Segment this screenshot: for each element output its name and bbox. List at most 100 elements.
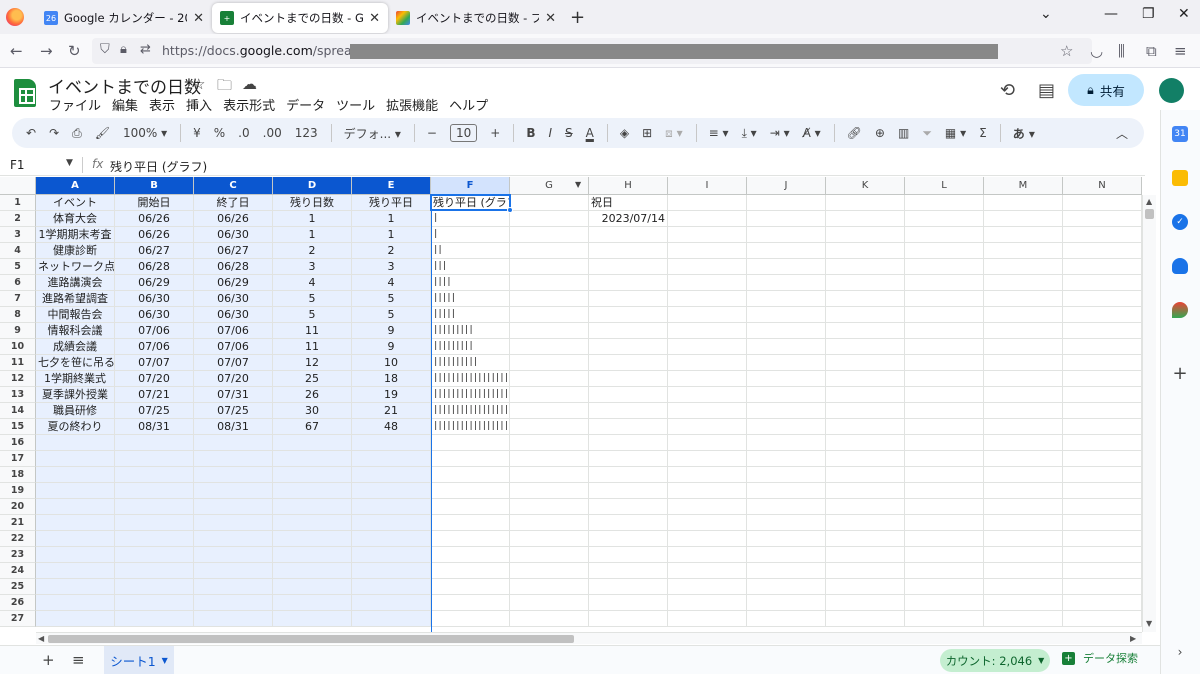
cell[interactable] bbox=[905, 307, 984, 323]
cell[interactable] bbox=[273, 611, 352, 627]
column-header-n[interactable]: N bbox=[1063, 177, 1142, 195]
cell[interactable] bbox=[1063, 243, 1142, 259]
cell[interactable] bbox=[984, 227, 1063, 243]
cell[interactable] bbox=[826, 291, 905, 307]
row-header[interactable]: 5 bbox=[0, 259, 36, 275]
cell[interactable] bbox=[1063, 595, 1142, 611]
close-tab-icon[interactable]: ✕ bbox=[545, 11, 556, 26]
cell-end[interactable]: 06/30 bbox=[194, 307, 273, 323]
cell[interactable] bbox=[668, 387, 747, 403]
filter-views-icon[interactable]: ▦ ▾ bbox=[945, 126, 966, 140]
cell[interactable] bbox=[589, 611, 668, 627]
cell[interactable] bbox=[194, 515, 273, 531]
cell[interactable] bbox=[826, 515, 905, 531]
column-header-m[interactable]: M bbox=[984, 177, 1063, 195]
cell-end[interactable]: 07/06 bbox=[194, 339, 273, 355]
cell[interactable] bbox=[747, 547, 826, 563]
cell[interactable] bbox=[905, 595, 984, 611]
cell[interactable] bbox=[510, 611, 589, 627]
cell[interactable] bbox=[510, 499, 589, 515]
paint-format-icon[interactable]: 🖌︎ bbox=[95, 126, 110, 140]
cell[interactable] bbox=[510, 451, 589, 467]
cell[interactable] bbox=[510, 243, 589, 259]
cell[interactable] bbox=[984, 211, 1063, 227]
cell[interactable] bbox=[905, 275, 984, 291]
show-side-panel-icon[interactable]: › bbox=[1172, 644, 1188, 660]
avatar[interactable] bbox=[1159, 78, 1184, 103]
cell[interactable] bbox=[589, 387, 668, 403]
row-header[interactable]: 15 bbox=[0, 419, 36, 435]
cell[interactable] bbox=[747, 531, 826, 547]
cell[interactable] bbox=[984, 451, 1063, 467]
app-menu-icon[interactable]: ≡ bbox=[1174, 42, 1187, 60]
column-header-f[interactable]: F bbox=[431, 177, 510, 195]
cell[interactable] bbox=[589, 579, 668, 595]
cell[interactable] bbox=[352, 563, 431, 579]
cell[interactable] bbox=[747, 339, 826, 355]
cell[interactable] bbox=[668, 483, 747, 499]
cell-bars[interactable]: ||||||||| bbox=[431, 339, 510, 355]
cell[interactable] bbox=[826, 419, 905, 435]
cell[interactable] bbox=[510, 595, 589, 611]
row-header[interactable]: 13 bbox=[0, 387, 36, 403]
cell[interactable] bbox=[1063, 579, 1142, 595]
keep-icon[interactable] bbox=[1172, 170, 1188, 186]
cell[interactable] bbox=[510, 227, 589, 243]
row-header[interactable]: 8 bbox=[0, 307, 36, 323]
vertical-scroll-thumb[interactable] bbox=[1145, 209, 1154, 219]
cell[interactable] bbox=[984, 387, 1063, 403]
cell[interactable] bbox=[431, 531, 510, 547]
spreadsheet-grid[interactable]: A B C D E F G H I J K L M N ▼ 1 イベント 開始日 終了日 残り日数 残り平日 残り平日 (… bbox=[0, 177, 1142, 632]
cell[interactable] bbox=[826, 275, 905, 291]
calendar-icon[interactable]: 31 bbox=[1172, 126, 1188, 142]
cell[interactable] bbox=[984, 499, 1063, 515]
cell[interactable] bbox=[589, 323, 668, 339]
header-cell[interactable]: イベント bbox=[36, 195, 115, 211]
cell[interactable] bbox=[273, 563, 352, 579]
cell[interactable] bbox=[905, 403, 984, 419]
cell[interactable] bbox=[115, 547, 194, 563]
cell[interactable] bbox=[36, 563, 115, 579]
cell[interactable] bbox=[668, 451, 747, 467]
cell[interactable] bbox=[984, 579, 1063, 595]
cell[interactable] bbox=[668, 419, 747, 435]
bookmark-star-icon[interactable]: ☆ bbox=[1060, 42, 1073, 60]
cell[interactable] bbox=[589, 371, 668, 387]
cell-start[interactable]: 06/30 bbox=[115, 291, 194, 307]
cell[interactable] bbox=[747, 291, 826, 307]
cell[interactable] bbox=[747, 195, 826, 211]
cell[interactable] bbox=[905, 259, 984, 275]
cell[interactable] bbox=[668, 211, 747, 227]
cell[interactable] bbox=[431, 451, 510, 467]
cell-bars[interactable]: |||| bbox=[431, 275, 510, 291]
cell[interactable] bbox=[36, 435, 115, 451]
cell-end[interactable]: 07/06 bbox=[194, 323, 273, 339]
cell[interactable] bbox=[36, 467, 115, 483]
cell-weekdays[interactable]: 1 bbox=[352, 211, 431, 227]
cell-event[interactable]: 職員研修 bbox=[36, 403, 115, 419]
cell[interactable] bbox=[826, 195, 905, 211]
cell[interactable] bbox=[510, 403, 589, 419]
row-header[interactable]: 6 bbox=[0, 275, 36, 291]
column-header-a[interactable]: A bbox=[36, 177, 115, 195]
cell[interactable] bbox=[984, 467, 1063, 483]
increase-decimal-button[interactable]: .00 bbox=[263, 126, 282, 140]
cell[interactable] bbox=[826, 435, 905, 451]
cell[interactable] bbox=[36, 515, 115, 531]
cell[interactable] bbox=[747, 227, 826, 243]
cell[interactable] bbox=[115, 611, 194, 627]
cell[interactable] bbox=[273, 499, 352, 515]
cell[interactable] bbox=[352, 467, 431, 483]
cell[interactable] bbox=[115, 579, 194, 595]
cell[interactable] bbox=[589, 499, 668, 515]
cell-bars[interactable]: |||||||||| bbox=[431, 355, 510, 371]
cell[interactable] bbox=[1063, 355, 1142, 371]
close-tab-icon[interactable]: ✕ bbox=[193, 11, 204, 26]
cell[interactable] bbox=[905, 499, 984, 515]
cell[interactable] bbox=[194, 595, 273, 611]
cell-bars[interactable]: |||||||||||||||||| bbox=[431, 371, 514, 387]
text-wrap-icon[interactable]: ⇥ ▾ bbox=[770, 126, 790, 140]
cell[interactable] bbox=[1063, 435, 1142, 451]
cell-start[interactable]: 06/30 bbox=[115, 307, 194, 323]
cell-weekdays[interactable]: 1 bbox=[352, 227, 431, 243]
